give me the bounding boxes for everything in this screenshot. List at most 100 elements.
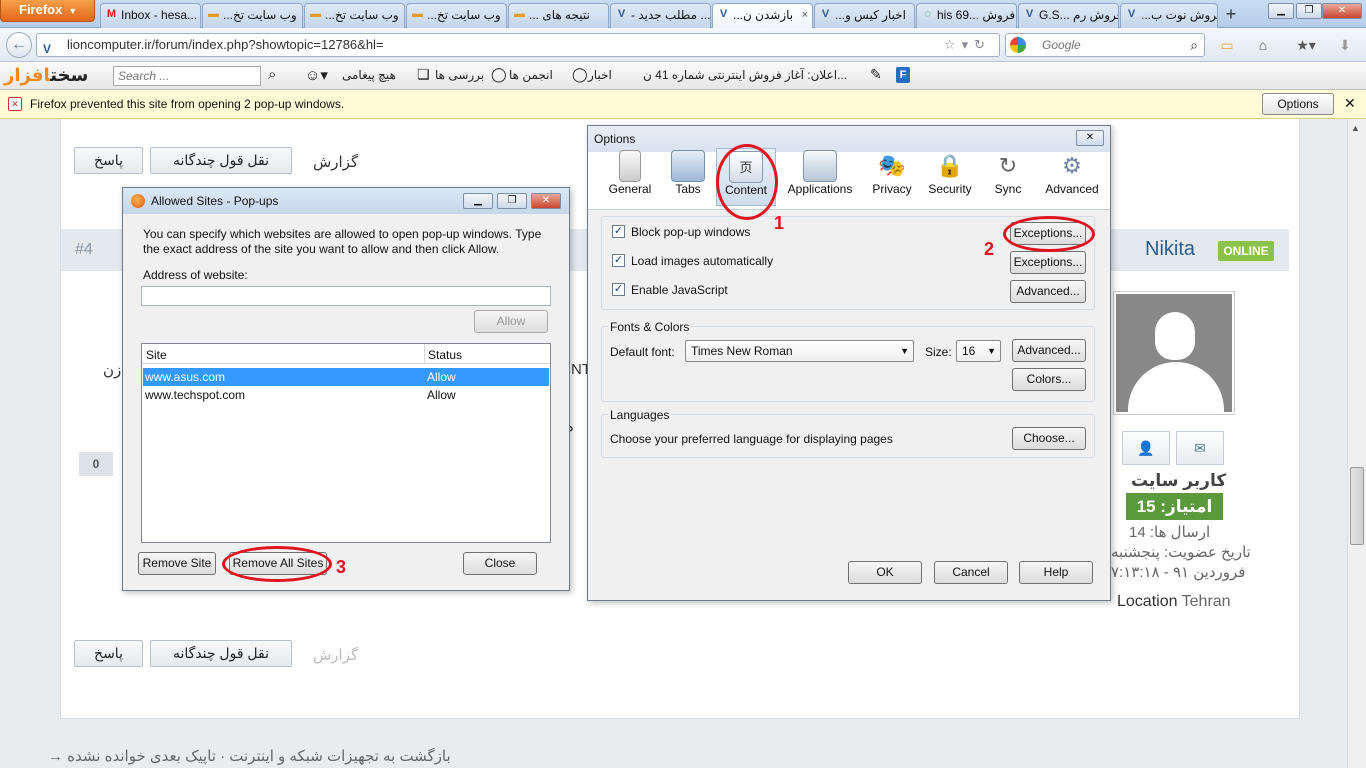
tab-6[interactable]: V - مطلب جدید ... — [610, 3, 711, 28]
col-status-header[interactable]: Status — [428, 348, 462, 362]
multiquote-button-bottom[interactable]: نقل قول چندگانه — [150, 640, 292, 667]
site-search-input[interactable]: Search ... — [113, 66, 261, 86]
ok-button[interactable]: OK — [848, 561, 922, 584]
reply-button[interactable]: پاسخ — [74, 147, 143, 174]
default-font-select[interactable]: Times New Roman ▼ — [685, 340, 914, 362]
multiquote-button[interactable]: نقل قول چندگانه — [150, 147, 292, 174]
add-friend-icon[interactable]: 👤 — [1122, 431, 1170, 465]
announcement-link[interactable]: اعلان: آغاز فروش اینترنتی شماره 41 ن... — [643, 68, 847, 82]
options-button[interactable]: Options — [1262, 93, 1334, 115]
news-link[interactable]: اخبار — [588, 68, 612, 82]
download-icon[interactable]: ⬇ — [1334, 35, 1356, 55]
close-button[interactable]: Close — [463, 552, 537, 575]
bookmarks-icon[interactable]: ★▾ — [1290, 35, 1322, 55]
pane-general[interactable]: General — [600, 148, 660, 206]
bookmark-star-icon[interactable]: ☆▾↻ — [944, 34, 991, 56]
scrollbar-thumb[interactable] — [1350, 467, 1364, 545]
search-input[interactable]: Google ⌕ — [1005, 33, 1205, 57]
forums-link[interactable]: انجمن ها — [509, 68, 553, 82]
avatar[interactable] — [1113, 291, 1235, 415]
close-tab-icon[interactable]: × — [802, 4, 808, 26]
send-message-icon[interactable]: ✉ — [1176, 431, 1224, 465]
window-close-button[interactable]: ✕ — [1322, 3, 1362, 19]
report-link-bottom[interactable]: گزارش — [313, 646, 358, 664]
tab-8[interactable]: V ...اخبار کیس و — [814, 3, 915, 28]
help-button[interactable]: Help — [1019, 561, 1093, 584]
allowed-sites-dialog: Allowed Sites - Pop-ups ▁ ❐ ✕ You can sp… — [122, 187, 570, 591]
pane-security[interactable]: 🔒 Security — [920, 148, 980, 206]
pane-privacy[interactable]: 🎭 Privacy — [862, 148, 922, 206]
pane-sync[interactable]: ↻ Sync — [978, 148, 1038, 206]
fonts-advanced-button[interactable]: Advanced... — [1012, 339, 1086, 362]
enable-javascript-checkbox[interactable]: ✓ — [612, 283, 625, 296]
tab-active[interactable]: V ...بازشدن ن × — [712, 3, 813, 28]
firefox-menu-button[interactable]: Firefox ▼ — [0, 0, 95, 22]
colors-button[interactable]: Colors... — [1012, 368, 1086, 391]
search-icon[interactable]: ⌕ — [1190, 34, 1198, 56]
site-logo[interactable]: سختافزار — [4, 65, 89, 86]
scroll-up-icon[interactable]: ▲ — [1351, 123, 1360, 133]
new-tab-button[interactable]: + — [1219, 3, 1243, 27]
minimize-button[interactable]: ▁ — [1268, 3, 1294, 19]
close-icon[interactable]: ✕ — [1076, 130, 1104, 146]
tab-9[interactable]: ◌ his 69... فروش — [916, 3, 1017, 28]
table-row[interactable]: www.techspot.com Allow — [143, 386, 549, 404]
minimize-button[interactable]: ▁ — [463, 193, 493, 209]
pane-advanced[interactable]: ⚙ Advanced — [1040, 148, 1104, 206]
reputation-count[interactable]: 0 — [79, 452, 113, 476]
search-icon[interactable]: ⌕ — [268, 66, 276, 83]
reviews-link[interactable]: بررسی ها — [435, 68, 484, 82]
tab-label: ...فروش نوت ب — [1141, 8, 1218, 22]
back-button[interactable]: ← — [6, 32, 32, 58]
pane-applications[interactable]: Applications — [782, 148, 858, 206]
username[interactable]: Nikita — [1145, 238, 1195, 261]
address-input[interactable] — [141, 286, 551, 306]
annotation-circle-content — [716, 144, 778, 220]
tab-11[interactable]: V ...فروش نوت ب — [1120, 3, 1218, 28]
dialog-title-bar: Allowed Sites - Pop-ups ▁ ❐ ✕ — [123, 188, 569, 214]
facebook-icon[interactable]: F — [896, 67, 910, 83]
tab-2[interactable]: ▬ ...وب سایت تخ — [202, 3, 303, 28]
tab-inbox[interactable]: M Inbox - hesa... — [100, 3, 201, 28]
reply-button-bottom[interactable]: پاسخ — [74, 640, 143, 667]
javascript-advanced-button[interactable]: Advanced... — [1010, 280, 1086, 303]
dialog-title: Allowed Sites - Pop-ups — [151, 194, 279, 208]
user-icon[interactable]: ☺▾ — [305, 66, 328, 84]
maximize-button[interactable]: ❐ — [497, 193, 527, 209]
choose-language-button[interactable]: Choose... — [1012, 427, 1086, 450]
tab-label: - مطلب جدید ... — [631, 8, 711, 22]
table-row[interactable]: www.asus.com Allow — [143, 368, 549, 386]
back-to-forum-link[interactable]: بازگشت به تجهیزات شبکه و اینترنت · تاپیک… — [48, 747, 451, 765]
tab-4[interactable]: ▬ ...وب سایت تخ — [406, 3, 507, 28]
page-scrollbar[interactable]: ▲ — [1347, 119, 1366, 768]
dash-icon: ▬ — [208, 8, 219, 20]
remove-site-button[interactable]: Remove Site — [138, 552, 216, 575]
pen-icon[interactable]: ✎ — [870, 66, 882, 83]
addon-icon[interactable]: ▭ — [1216, 35, 1238, 55]
popup-blocked-notification: ✕ Firefox prevented this site from openi… — [0, 90, 1366, 119]
tab-5[interactable]: ▬ ... نتیجه های — [508, 3, 609, 28]
post-number[interactable]: #4 — [75, 241, 93, 259]
close-icon[interactable]: ✕ — [531, 193, 561, 209]
home-icon[interactable]: ⌂ — [1252, 35, 1274, 55]
applications-icon — [803, 150, 837, 182]
firefox-label: Firefox — [19, 2, 63, 17]
enable-javascript-label[interactable]: Enable JavaScript — [631, 283, 728, 297]
report-link[interactable]: گزارش — [313, 153, 358, 171]
col-site-header[interactable]: Site — [146, 348, 167, 362]
messages-link[interactable]: هیچ پیغامی — [342, 68, 396, 82]
tab-3[interactable]: ▬ ...وب سایت تخ — [304, 3, 405, 28]
block-popups-checkbox[interactable]: ✓ — [612, 225, 625, 238]
cancel-button[interactable]: Cancel — [934, 561, 1008, 584]
close-icon[interactable]: ✕ — [1344, 95, 1356, 112]
pane-tabs[interactable]: Tabs — [658, 148, 718, 206]
tab-10[interactable]: V G.S... فروش رم — [1018, 3, 1119, 28]
font-size-select[interactable]: 16 ▼ — [956, 340, 1001, 362]
image-exceptions-button[interactable]: Exceptions... — [1010, 251, 1086, 274]
allow-button[interactable]: Allow — [474, 310, 548, 333]
url-bar[interactable]: V lioncomputer.ir/forum/index.php?showto… — [36, 33, 1000, 57]
load-images-checkbox[interactable]: ✓ — [612, 254, 625, 267]
block-popups-label[interactable]: Block pop-up windows — [631, 225, 750, 239]
load-images-label[interactable]: Load images automatically — [631, 254, 773, 268]
restore-button[interactable]: ❐ — [1296, 3, 1322, 19]
